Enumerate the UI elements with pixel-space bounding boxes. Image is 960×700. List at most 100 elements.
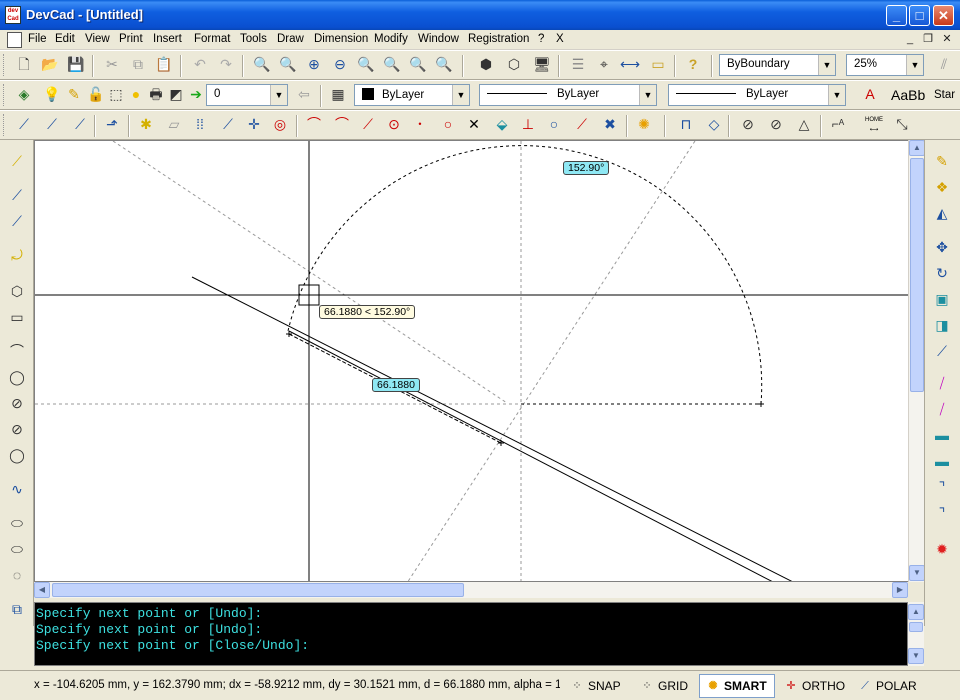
ellipse-arc-tool-icon[interactable]: ⬭ (5, 538, 29, 560)
menu-edit[interactable]: Edit (55, 33, 75, 45)
snap-all-icon[interactable]: ✺ (632, 113, 656, 137)
multiline-tool-icon[interactable]: ⟋ (5, 210, 29, 232)
menu-close-doc[interactable]: X (556, 33, 564, 45)
zoom-out-icon[interactable]: ⊖ (328, 53, 352, 77)
properties-icon[interactable]: ☰ (566, 53, 590, 77)
drawing-canvas[interactable]: 152.90° 66.1880 66.1880 < 152.90° (34, 140, 909, 582)
snap-insert-icon[interactable]: ⬙ (490, 113, 514, 137)
toolbar-overflow-icon[interactable]: ⫽ (932, 53, 956, 77)
break-icon[interactable]: ▬ (930, 424, 954, 446)
minimize-button[interactable]: _ (886, 5, 907, 26)
mdi-minimize-button[interactable]: _ (902, 32, 918, 47)
open-folder-icon[interactable]: 📂 (38, 53, 62, 77)
text-style-preview[interactable]: AaBb (891, 87, 925, 103)
scale-icon[interactable]: ▣ (930, 288, 954, 310)
dimension-radius-icon[interactable]: ⊘ (764, 113, 788, 137)
vertical-scrollbar[interactable]: ▲ ▼ (908, 140, 925, 582)
dimension-edit-icon[interactable]: ⤡ (890, 113, 914, 137)
spline-tool-icon[interactable]: ⤾ (5, 244, 29, 266)
match-properties-icon[interactable]: ⬏ (100, 113, 124, 137)
copy-objects-icon[interactable]: ❖ (930, 176, 954, 198)
close-button[interactable]: ✕ (933, 5, 954, 26)
app-icon[interactable]: dev Cad (5, 6, 21, 24)
zoom-all-icon[interactable]: 🔍 (354, 53, 378, 77)
polar-toggle[interactable]: ⟋ POLAR (851, 674, 921, 698)
snap-node-icon[interactable]: ⊙ (382, 113, 406, 137)
circle-diameter-tool-icon[interactable]: ⊘ (5, 392, 29, 414)
area-icon[interactable]: ▭ (646, 53, 670, 77)
menu-draw[interactable]: Draw (277, 33, 304, 45)
title-bar[interactable]: dev Cad DevCad - [Untitled] _ □ ✕ (0, 0, 960, 30)
horizontal-scroll-thumb[interactable] (52, 583, 464, 597)
scroll-right-icon[interactable]: ▶ (892, 582, 908, 598)
dimension-home-icon[interactable]: HOME ⟷ (862, 115, 886, 137)
extend-icon[interactable]: ⧸ (930, 398, 954, 420)
circle-center-tool-icon[interactable]: ◯ (5, 366, 29, 388)
toolbar-gripper[interactable] (3, 84, 6, 106)
explode-icon[interactable]: ✹ (930, 538, 954, 560)
color-palette-icon[interactable]: ▦ (326, 83, 350, 107)
xline-icon[interactable]: ⟋ (68, 113, 92, 137)
pan-icon[interactable]: 🔍 (432, 53, 456, 77)
snap-tangent-circle-icon[interactable]: ○ (542, 113, 566, 137)
dimension-diameter-icon[interactable]: ⊘ (736, 113, 760, 137)
paste-icon[interactable]: 📋 (152, 53, 176, 77)
snap-point-icon[interactable]: • (408, 113, 432, 137)
chevron-down-icon[interactable]: ▼ (818, 55, 835, 75)
new-file-icon[interactable]: 🗋 (12, 53, 36, 77)
menu-registration[interactable]: Registration (468, 33, 529, 45)
layer-combo[interactable]: 0 ▼ (206, 84, 288, 106)
zoom-combo[interactable]: 25% ▼ (846, 54, 924, 76)
lengthen-icon[interactable]: ⟋ (930, 340, 954, 362)
chevron-down-icon[interactable]: ▼ (452, 85, 469, 105)
rectangle-tool-icon[interactable]: ▭ (5, 306, 29, 328)
erase-icon[interactable]: ✎ (930, 150, 954, 172)
mdi-restore-button[interactable]: ❐ (920, 32, 936, 47)
snap-circle-icon[interactable]: ○ (436, 113, 460, 137)
coordinates-icon[interactable]: ⌖ (592, 53, 616, 77)
line-icon[interactable]: ⟋ (12, 113, 36, 137)
zoom-window-icon[interactable]: 🔍 (250, 53, 274, 77)
toolbar-gripper[interactable] (3, 54, 6, 76)
menu-help[interactable]: ? (538, 33, 544, 45)
undo-icon[interactable]: ↶ (188, 53, 212, 77)
menu-insert[interactable]: Insert (153, 33, 182, 45)
text-style-name[interactable]: Star (934, 89, 955, 101)
layers-icon[interactable]: ◈ (12, 83, 36, 107)
menu-window[interactable]: Window (418, 33, 459, 45)
scroll-up-icon[interactable]: ▲ (908, 604, 924, 620)
3d-view-icon[interactable]: ⬢ (474, 53, 498, 77)
polygon-tool-icon[interactable]: ⬡ (5, 280, 29, 302)
snap-grid-icon[interactable]: ⁞⁞ (188, 113, 212, 137)
boundary-combo[interactable]: ByBoundary ▼ (719, 54, 836, 76)
command-scroll-thumb[interactable] (909, 622, 923, 632)
vertical-scroll-thumb[interactable] (910, 158, 924, 392)
snap-cross-icon[interactable]: ✕ (462, 113, 486, 137)
zoom-previous-icon[interactable]: 🔍 (406, 53, 430, 77)
snap-center-icon[interactable]: ◎ (268, 113, 292, 137)
3d-orbit-icon[interactable]: ⬡ (502, 53, 526, 77)
cut-icon[interactable]: ✂ (100, 53, 124, 77)
chevron-down-icon[interactable]: ▼ (270, 85, 287, 105)
ortho-toggle[interactable]: ✛ ORTHO (777, 674, 847, 698)
polyline-tool-icon[interactable]: ⟋ (5, 184, 29, 206)
copy-icon[interactable]: ⧉ (126, 53, 150, 77)
menu-file[interactable]: File (28, 33, 47, 45)
previous-layer-icon[interactable]: ⇦ (292, 83, 316, 107)
mirror-icon[interactable]: ◭ (930, 202, 954, 224)
snap-nearest-icon[interactable]: ⟋ (570, 113, 594, 137)
menu-format[interactable]: Format (194, 33, 230, 45)
layer-on-icon[interactable]: 💡 (40, 83, 64, 107)
distance-icon[interactable]: ⟷ (618, 53, 642, 77)
help-icon[interactable]: ? (681, 53, 705, 77)
toolbar-gripper[interactable] (3, 114, 6, 136)
menu-tools[interactable]: Tools (240, 33, 267, 45)
chevron-down-icon[interactable]: ▼ (828, 85, 845, 105)
dimension-linear-icon[interactable]: ⊓ (674, 113, 698, 137)
linetype-combo[interactable]: ByLayer ▼ (479, 84, 657, 106)
fillet-icon[interactable]: ⌝ (930, 502, 954, 524)
zoom-realtime-icon[interactable]: 🔍 (276, 53, 300, 77)
grid-toggle[interactable]: ⁘ GRID (633, 674, 697, 698)
arc-tool-icon[interactable]: ⌒ (5, 340, 29, 362)
zoom-in-icon[interactable]: ⊕ (302, 53, 326, 77)
